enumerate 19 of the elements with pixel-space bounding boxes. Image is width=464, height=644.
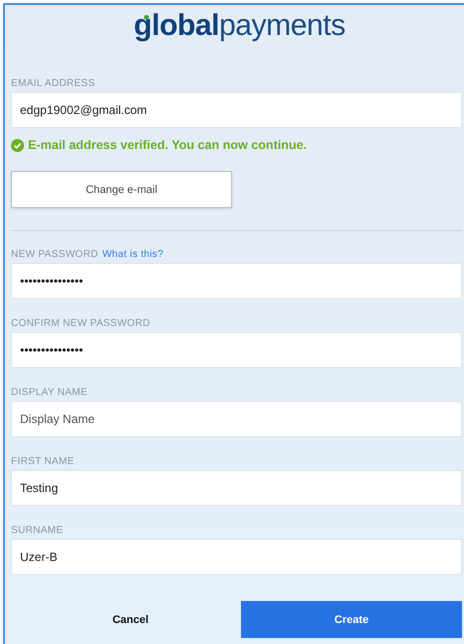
input-field[interactable]: Testing <box>11 470 462 506</box>
field-label: NEW PASSWORD <box>11 248 98 260</box>
input-field[interactable]: Uzer-B <box>11 539 462 575</box>
email-field[interactable]: edgp19002@gmail.com <box>11 92 462 128</box>
input-field[interactable]: ••••••••••••••• <box>11 263 462 299</box>
field-label: CONFIRM NEW PASSWORD <box>11 318 150 328</box>
verified-message: E-mail address verified. You can now continue. <box>28 138 307 152</box>
field-label: SURNAME <box>11 524 64 536</box>
input-field[interactable]: Display Name <box>11 401 462 437</box>
input-field[interactable]: ••••••••••••••• <box>11 332 462 368</box>
field-label: FIRST NAME <box>11 456 74 466</box>
company-logo: globalpayments <box>134 9 346 43</box>
cancel-button[interactable]: Cancel <box>20 601 241 638</box>
help-link[interactable]: What is this? <box>102 248 164 260</box>
check-icon <box>11 138 24 152</box>
change-email-button[interactable]: Change e-mail <box>11 171 232 208</box>
field-label: DISPLAY NAME <box>11 386 88 398</box>
field-label: EMAIL ADDRESS <box>11 78 96 88</box>
create-button[interactable]: Create <box>241 601 462 638</box>
